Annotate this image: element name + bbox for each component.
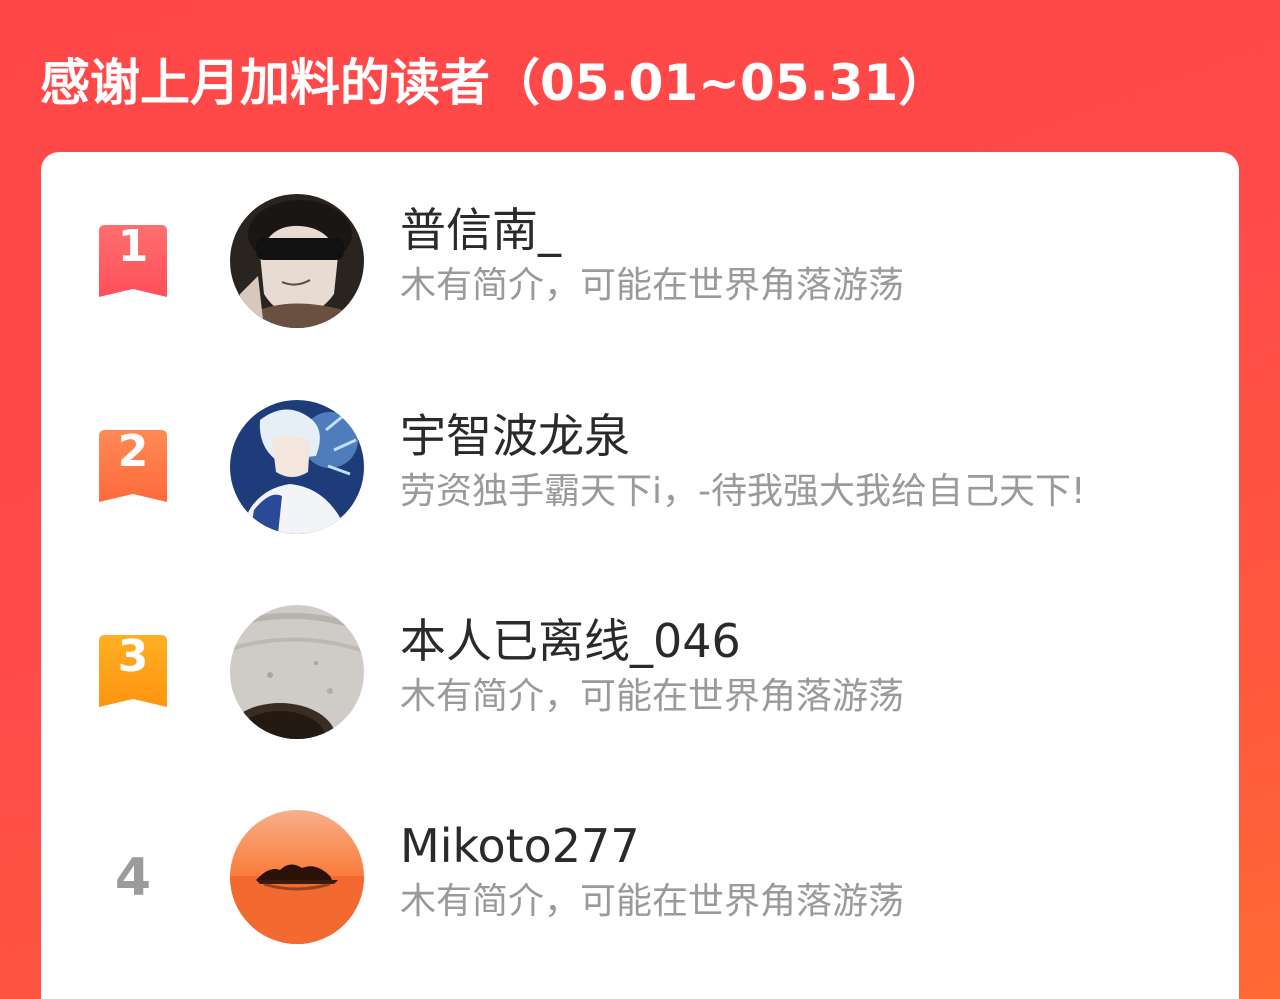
rank-number: 1 <box>117 221 149 272</box>
page-header-title: 感谢上月加料的读者（05.01~05.31） <box>40 54 949 112</box>
reader-bio: 木有简介，可能在世界角落游荡 <box>400 881 905 922</box>
reader-row-1[interactable]: 1 普信南_ 木有简介，可能在世界角落游荡 <box>41 192 1239 332</box>
reader-avatar[interactable] <box>230 194 364 328</box>
rank-2-badge-icon: 2 <box>99 426 167 502</box>
reader-ranking-card: 1 普信南_ 木有简介，可能在世界角落游荡 2 宇智波龙泉 劳资独手霸天下i，-… <box>41 152 1239 999</box>
reader-bio: 木有简介，可能在世界角落游荡 <box>400 265 905 306</box>
rank-number: 4 <box>114 848 152 908</box>
reader-name[interactable]: 本人已离线_046 <box>400 613 741 669</box>
rank-3-badge-icon: 3 <box>99 631 167 707</box>
reader-name[interactable]: 普信南_ <box>400 202 561 258</box>
rank-number: 2 <box>117 426 149 477</box>
reader-avatar[interactable] <box>230 605 364 739</box>
reader-name[interactable]: 宇智波龙泉 <box>400 408 630 464</box>
reader-bio: 木有简介，可能在世界角落游荡 <box>400 676 905 717</box>
reader-row-3[interactable]: 3 本人已离线_046 木有简介，可能在世界角落游荡 <box>41 603 1239 743</box>
reader-row-2[interactable]: 2 宇智波龙泉 劳资独手霸天下i，-待我强大我给自己天下! <box>41 398 1239 538</box>
rank-number: 3 <box>117 631 149 682</box>
reader-avatar[interactable] <box>230 810 364 944</box>
reader-bio: 劳资独手霸天下i，-待我强大我给自己天下! <box>400 471 1086 512</box>
reader-row-4[interactable]: 4 Mikoto277 木有简介，可能在世界角落游荡 <box>41 808 1239 948</box>
reader-avatar[interactable] <box>230 400 364 534</box>
reader-name[interactable]: Mikoto277 <box>400 818 640 874</box>
rank-1-badge-icon: 1 <box>99 221 167 297</box>
